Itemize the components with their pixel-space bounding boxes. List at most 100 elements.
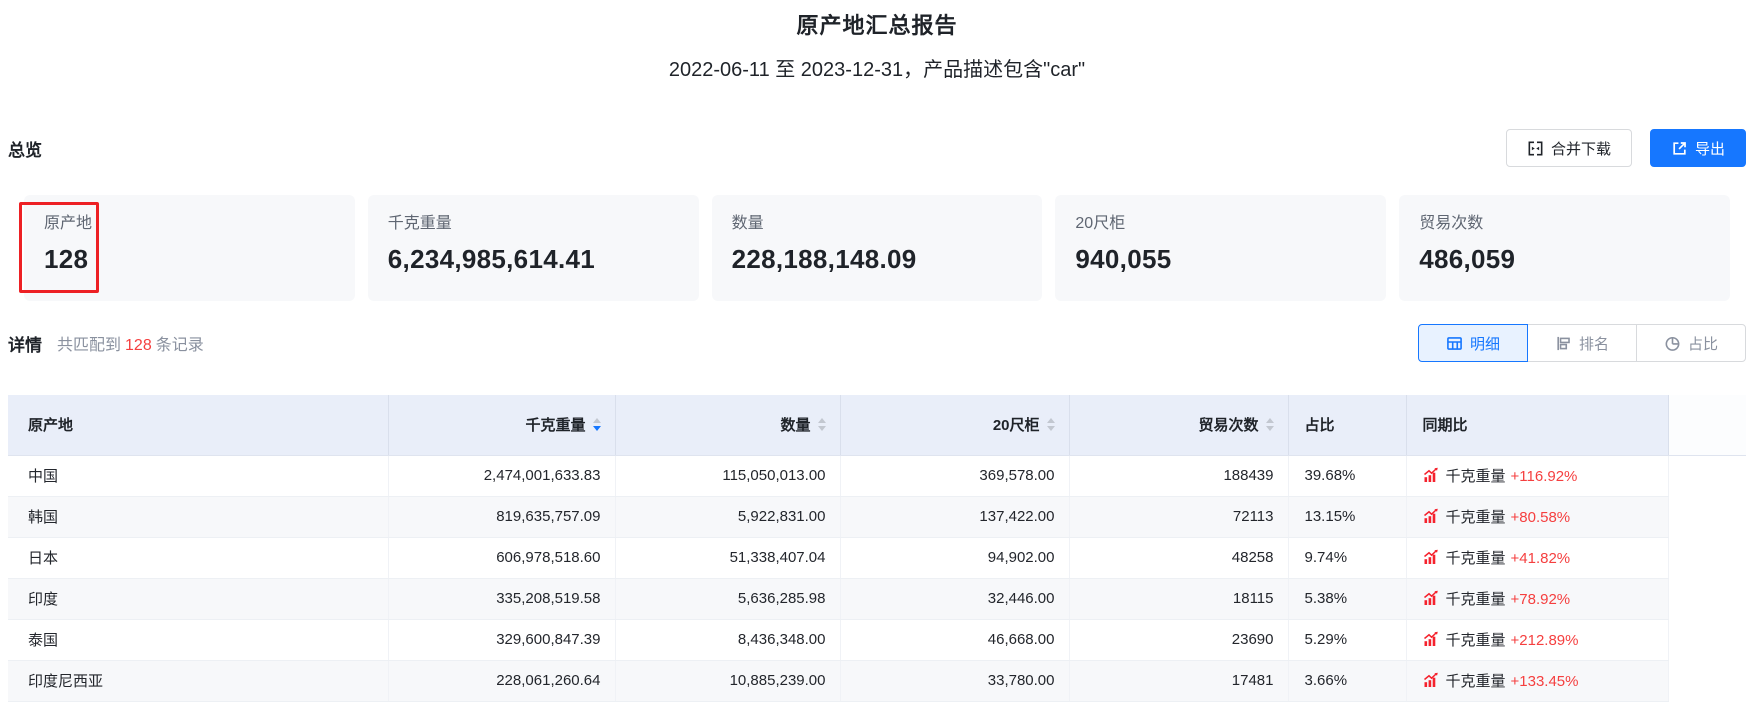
- tab-table[interactable]: 明细: [1418, 324, 1528, 362]
- cell-share: 13.15%: [1288, 496, 1407, 538]
- export-icon: [1671, 140, 1688, 157]
- yoy-metric-label: 千克重量: [1445, 590, 1506, 608]
- overview-toolbar: 总览 合并下载 导出: [8, 129, 1746, 167]
- cell-quantity: 8,436,348.00: [615, 619, 841, 661]
- page-title: 原产地汇总报告: [796, 13, 958, 38]
- overview-heading: 总览: [8, 140, 42, 160]
- cell-empty: [1668, 537, 1746, 578]
- cell-quantity: 5,636,285.98: [615, 578, 841, 620]
- cell-origin: 泰国: [8, 619, 389, 661]
- table-row[interactable]: 印度尼西亚 228,061,260.64 10,885,239.00 33,78…: [8, 660, 1746, 702]
- sort-icons[interactable]: [817, 418, 826, 432]
- cell-share: 3.66%: [1288, 660, 1407, 702]
- cell-yoy: 千克重量 +78.92%: [1406, 578, 1669, 620]
- trend-up-chart-icon: [1423, 590, 1439, 610]
- column-header-数量[interactable]: 数量: [615, 395, 841, 456]
- merge-download-label: 合并下载: [1550, 140, 1611, 158]
- report-header: 原产地汇总报告 2022-06-11 至 2023-12-31，产品描述包含"c…: [8, 0, 1746, 84]
- cell-teu: 137,422.00: [840, 496, 1070, 538]
- cell-origin: 中国: [8, 455, 389, 497]
- table-row[interactable]: 泰国 329,600,847.39 8,436,348.00 46,668.00…: [8, 619, 1746, 661]
- stat-card: 贸易次数 486,059: [1399, 195, 1730, 301]
- cell-share: 5.38%: [1288, 578, 1407, 620]
- column-header-原产地: 原产地: [8, 395, 389, 456]
- stat-card-value: 940,055: [1075, 244, 1172, 274]
- yoy-metric-label: 千克重量: [1445, 672, 1506, 690]
- column-header-占比: 占比: [1288, 395, 1407, 456]
- cell-yoy: 千克重量 +133.45%: [1406, 660, 1669, 702]
- column-header-label: 同期比: [1422, 417, 1468, 435]
- tab-label: 占比: [1687, 335, 1718, 353]
- stat-card-value: 228,188,148.09: [731, 244, 917, 274]
- match-prefix: 共匹配到: [57, 337, 122, 354]
- column-header-label: 贸易次数: [1198, 417, 1259, 435]
- sort-asc-icon: [817, 418, 826, 424]
- sort-icons[interactable]: [1265, 418, 1274, 432]
- stat-card-value: 486,059: [1419, 244, 1516, 274]
- stat-card: 千克重量 6,234,985,614.41: [367, 195, 699, 301]
- cell-weight: 2,474,001,633.83: [388, 455, 616, 497]
- column-header-label: 千克重量: [525, 417, 586, 435]
- stat-cards: 原产地 128 千克重量 6,234,985,614.41 数量 228,188…: [19, 195, 1730, 301]
- yoy-change-value: +80.58%: [1510, 508, 1571, 526]
- column-header-label: 20尺柜: [992, 417, 1040, 435]
- match-suffix: 条记录: [155, 337, 204, 354]
- details-table: 原产地 千克重量 数量 20尺柜 贸易次数 占比 同期比 中国 2,474,00…: [8, 395, 1746, 702]
- trend-up-chart-icon: [1423, 672, 1439, 692]
- column-header-同期比: 同期比: [1406, 395, 1669, 456]
- cell-yoy: 千克重量 +212.89%: [1406, 619, 1669, 661]
- column-header-千克重量[interactable]: 千克重量: [388, 395, 616, 456]
- cell-trades: 23690: [1069, 619, 1289, 661]
- cell-weight: 819,635,757.09: [388, 496, 616, 538]
- cell-yoy: 千克重量 +80.58%: [1406, 496, 1669, 538]
- stat-card-value: 128: [44, 244, 89, 274]
- sort-icons[interactable]: [592, 418, 601, 432]
- table-row[interactable]: 中国 2,474,001,633.83 115,050,013.00 369,5…: [8, 455, 1746, 497]
- match-count: 128: [125, 337, 152, 354]
- trend-up-chart-icon: [1423, 508, 1439, 528]
- cell-share: 9.74%: [1288, 537, 1407, 579]
- merge-download-button[interactable]: 合并下载: [1505, 129, 1632, 167]
- export-label: 导出: [1694, 140, 1725, 158]
- table-header-row: 原产地 千克重量 数量 20尺柜 贸易次数 占比 同期比: [8, 395, 1746, 456]
- table-row[interactable]: 日本 606,978,518.60 51,338,407.04 94,902.0…: [8, 537, 1746, 579]
- cell-teu: 32,446.00: [840, 578, 1070, 620]
- table-row[interactable]: 韩国 819,635,757.09 5,922,831.00 137,422.0…: [8, 496, 1746, 538]
- column-header-empty: [1668, 395, 1746, 456]
- sort-desc-icon: [592, 426, 601, 432]
- cell-quantity: 10,885,239.00: [615, 660, 841, 702]
- cell-yoy: 千克重量 +116.92%: [1406, 455, 1669, 497]
- column-header-20尺柜[interactable]: 20尺柜: [840, 395, 1070, 456]
- pie-icon: [1664, 335, 1681, 352]
- tab-pie[interactable]: 占比: [1636, 324, 1746, 362]
- cell-origin: 印度: [8, 578, 389, 620]
- stat-card: 20尺柜 940,055: [1055, 195, 1387, 301]
- toolbar-actions: 合并下载 导出: [1505, 129, 1746, 167]
- stat-card: 原产地 128: [19, 195, 355, 301]
- cell-empty: [1668, 619, 1746, 660]
- sort-desc-icon: [1046, 426, 1055, 432]
- trend-up-chart-icon: [1423, 467, 1439, 487]
- trend-up-chart-icon: [1423, 549, 1439, 569]
- table-icon: [1446, 335, 1463, 352]
- yoy-change-value: +212.89%: [1510, 631, 1579, 649]
- report-page: 原产地汇总报告 2022-06-11 至 2023-12-31，产品描述包含"c…: [0, 0, 1754, 703]
- yoy-change-value: +41.82%: [1510, 549, 1571, 567]
- cell-origin: 韩国: [8, 496, 389, 538]
- cell-quantity: 5,922,831.00: [615, 496, 841, 538]
- cell-quantity: 115,050,013.00: [615, 455, 841, 497]
- details-table-wrap: 原产地 千克重量 数量 20尺柜 贸易次数 占比 同期比 中国 2,474,00…: [8, 395, 1746, 702]
- cell-weight: 329,600,847.39: [388, 619, 616, 661]
- yoy-change-value: +116.92%: [1510, 467, 1578, 485]
- cell-yoy: 千克重量 +41.82%: [1406, 537, 1669, 579]
- column-header-label: 占比: [1304, 417, 1335, 435]
- export-button[interactable]: 导出: [1649, 129, 1746, 167]
- table-row[interactable]: 印度 335,208,519.58 5,636,285.98 32,446.00…: [8, 578, 1746, 620]
- column-header-贸易次数[interactable]: 贸易次数: [1069, 395, 1289, 456]
- cell-trades: 17481: [1069, 660, 1289, 702]
- report-subtitle: 2022-06-11 至 2023-12-31，产品描述包含"car": [668, 59, 1086, 81]
- sort-icons[interactable]: [1046, 418, 1055, 432]
- stat-card-label: 千克重量: [387, 215, 452, 232]
- tab-ranking[interactable]: 排名: [1527, 324, 1637, 362]
- cell-share: 5.29%: [1288, 619, 1407, 661]
